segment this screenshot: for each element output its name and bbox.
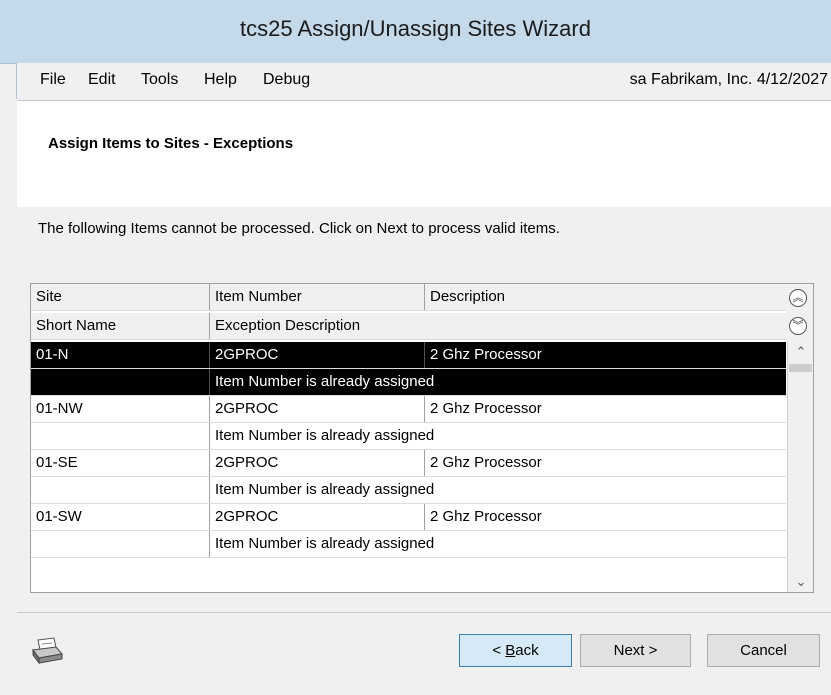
exceptions-grid: Site Item Number Description Short Name … — [30, 283, 814, 593]
cell-exception: Item Number is already assigned — [215, 481, 435, 498]
table-row-exception[interactable]: Item Number is already assigned — [31, 369, 786, 396]
page-title: Assign Items to Sites - Exceptions — [48, 135, 294, 152]
scroll-up-icon[interactable]: ⌃ — [788, 342, 813, 362]
column-header-item-number[interactable]: Item Number — [210, 284, 424, 310]
collapse-rows-icon[interactable]: ︽ — [789, 289, 807, 307]
table-row[interactable]: 01-SE 2GPROC 2 Ghz Processor — [31, 450, 786, 477]
cell-exception: Item Number is already assigned — [215, 535, 435, 552]
cell-exception: Item Number is already assigned — [215, 373, 435, 390]
cell-site: 01-SE — [36, 454, 78, 471]
wizard-window: tcs25 Assign/Unassign Sites Wizard File … — [0, 0, 831, 695]
printer-icon[interactable] — [30, 636, 64, 666]
menu-file[interactable]: File — [40, 71, 66, 89]
grid-header-row-1: Site Item Number Description — [31, 284, 786, 311]
footer-divider — [17, 612, 831, 613]
cancel-button[interactable]: Cancel — [707, 634, 820, 667]
cell-exception: Item Number is already assigned — [215, 427, 435, 444]
session-company: Fabrikam, Inc. — [651, 71, 753, 88]
column-header-description[interactable]: Description — [425, 284, 786, 310]
column-header-short-name[interactable]: Short Name — [31, 313, 209, 339]
cell-site: 01-NW — [36, 400, 83, 417]
menu-tools[interactable]: Tools — [141, 71, 178, 89]
cell-item-number: 2GPROC — [215, 346, 279, 363]
header-panel: Assign Items to Sites - Exceptions — [17, 100, 831, 208]
table-row-exception[interactable]: Item Number is already assigned — [31, 423, 786, 450]
cell-item-number: 2GPROC — [215, 454, 279, 471]
scroll-thumb[interactable] — [789, 364, 812, 372]
cell-description: 2 Ghz Processor — [430, 400, 542, 417]
instruction-text: The following Items cannot be processed.… — [38, 220, 560, 237]
cell-item-number: 2GPROC — [215, 508, 279, 525]
cell-description: 2 Ghz Processor — [430, 346, 542, 363]
next-button[interactable]: Next > — [580, 634, 691, 667]
cell-site: 01-N — [36, 346, 69, 363]
column-header-site[interactable]: Site — [31, 284, 209, 310]
table-row-exception[interactable]: Item Number is already assigned — [31, 477, 786, 504]
menu-edit[interactable]: Edit — [88, 71, 116, 89]
expand-rows-icon[interactable]: ︾ — [789, 317, 807, 335]
table-row[interactable]: 01-N 2GPROC 2 Ghz Processor — [31, 342, 786, 369]
cell-description: 2 Ghz Processor — [430, 454, 542, 471]
session-date: 4/12/2027 — [756, 71, 828, 88]
column-header-exception-description[interactable]: Exception Description — [210, 313, 786, 339]
back-button[interactable]: < Back — [459, 634, 572, 667]
cell-item-number: 2GPROC — [215, 400, 279, 417]
grid-header-row-2: Short Name Exception Description — [31, 313, 786, 340]
table-row[interactable]: 01-NW 2GPROC 2 Ghz Processor — [31, 396, 786, 423]
session-user: sa — [629, 71, 647, 88]
menu-bar: File Edit Tools Help Debug sa Fabrikam, … — [16, 63, 831, 99]
cell-description: 2 Ghz Processor — [430, 508, 542, 525]
grid-scrollbar[interactable]: ⌃ ⌄ — [787, 342, 813, 592]
window-title: tcs25 Assign/Unassign Sites Wizard — [240, 16, 591, 41]
cell-site: 01-SW — [36, 508, 82, 525]
menu-help[interactable]: Help — [204, 71, 237, 89]
title-bar: tcs25 Assign/Unassign Sites Wizard — [0, 0, 831, 64]
table-row[interactable]: 01-SW 2GPROC 2 Ghz Processor — [31, 504, 786, 531]
scroll-down-icon[interactable]: ⌄ — [788, 572, 813, 592]
session-info: sa Fabrikam, Inc. 4/12/2027 — [630, 71, 828, 89]
table-row-exception[interactable]: Item Number is already assigned — [31, 531, 786, 558]
menu-debug[interactable]: Debug — [263, 71, 310, 89]
